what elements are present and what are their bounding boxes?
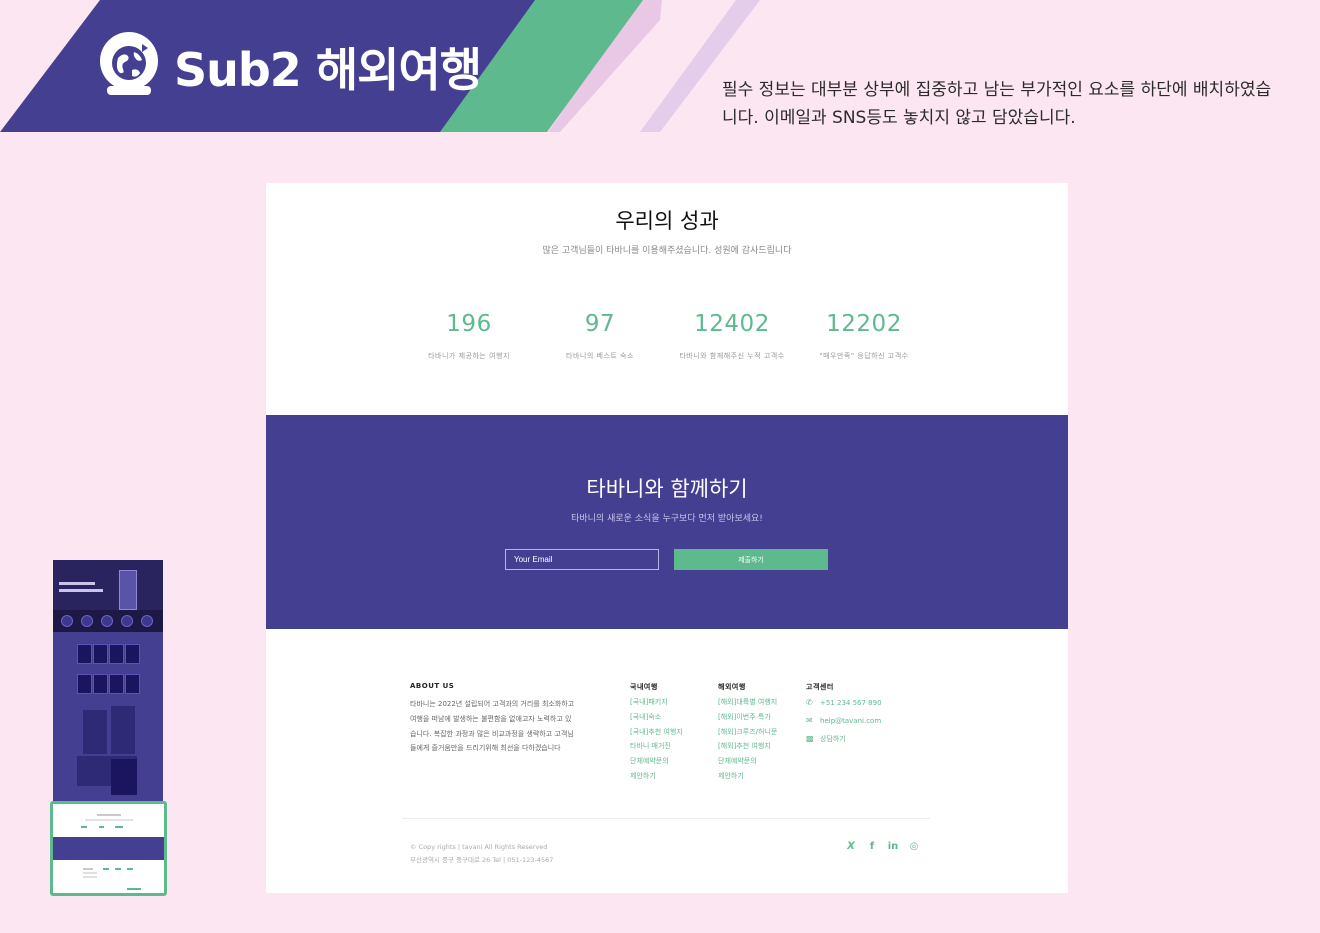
stat-value: 97: [584, 311, 616, 337]
overseas-heading: 해외여행: [718, 683, 746, 691]
footer-link[interactable]: 단체예약문의: [718, 754, 777, 769]
footer-link[interactable]: 제안하기: [718, 769, 777, 784]
mail-icon: ✉: [806, 716, 813, 725]
footer-link[interactable]: [해외]추천 여행지: [718, 739, 777, 754]
stat-label: 타바니의 베스트 숙소: [566, 352, 634, 360]
stat-destinations: 196 타바니가 제공하는 여행지: [399, 311, 539, 361]
phone-icon: ✆: [806, 698, 813, 707]
copyright: © Copy rights | tavani All Rights Reserv…: [410, 843, 548, 851]
email-address: help@tavani.com: [820, 717, 882, 725]
chat-icon: ▩: [806, 734, 814, 743]
support-heading: 고객센터: [806, 683, 834, 691]
footer-link[interactable]: [해외]이번주 특가: [718, 710, 777, 725]
footer-link[interactable]: [국내]패키지: [630, 695, 683, 710]
chat-label: 상담하기: [820, 735, 846, 743]
stat-label: 타바니가 제공하는 여행지: [428, 352, 510, 360]
linkedin-icon[interactable]: in: [886, 841, 900, 852]
stat-satisfied-customers: 12202 "매우만족" 응답하신 고객수: [794, 311, 934, 361]
footer-link[interactable]: [국내]숙소: [630, 710, 683, 725]
about-text: 타바니는 2022년 설립되어 고객과의 거리를 최소화하고 여행을 떠남에 발…: [410, 700, 575, 753]
stat-total-customers: 12402 타바니와 함께해주신 누적 고객수: [662, 311, 802, 361]
stat-value: 12402: [694, 311, 770, 337]
stat-best-hotels: 97 타바니의 베스트 숙소: [530, 311, 670, 361]
support-phone[interactable]: ✆ +51 234 567 890: [806, 698, 882, 707]
address: 부산광역시 중구 중구대로 26 Tel | 051-123-4567: [410, 856, 554, 864]
stat-label: 타바니와 함께해주신 누적 고객수: [679, 352, 785, 360]
banner-title: Sub2 해외여행: [174, 43, 482, 97]
stat-value: 12202: [826, 311, 902, 337]
footer-link[interactable]: 단체예약문의: [630, 754, 683, 769]
stat-label: "매우만족" 응답하신 고객수: [819, 352, 909, 360]
newsletter-title: 타바니와 함께하기: [586, 477, 748, 501]
domestic-heading: 국내여행: [630, 683, 658, 691]
twitter-icon[interactable]: 𝙓: [844, 841, 858, 852]
newsletter-section: 타바니와 함께하기 타바니의 새로운 소식을 누구보다 먼저 받아보세요! 제출…: [266, 415, 1068, 629]
facebook-icon[interactable]: f: [865, 841, 879, 852]
overseas-links: [해외]대륙별 여행지 [해외]이번주 특가 [해외]크루즈/허니문 [해외]추…: [718, 695, 777, 784]
footer-link[interactable]: 타바니 매거진: [630, 739, 683, 754]
submit-button[interactable]: 제출하기: [674, 549, 828, 570]
globe-logo-icon: [96, 30, 162, 96]
stat-value: 196: [446, 311, 492, 337]
newsletter-subtitle: 타바니의 새로운 소식을 누구보다 먼저 받아보세요!: [571, 514, 763, 524]
footer-divider: [402, 818, 930, 819]
content-panel: 우리의 성과 많은 고객님들이 타바니를 이용해주셨습니다. 성원에 감사드립니…: [266, 183, 1068, 893]
banner-description: 필수 정보는 대부분 상부에 집중하고 남는 부가적인 요소를 하단에 배치하였…: [722, 80, 1272, 128]
page-banner: Sub2 해외여행: [0, 0, 760, 132]
achievements-title: 우리의 성과: [615, 209, 719, 233]
support-email[interactable]: ✉ help@tavani.com: [806, 716, 881, 725]
achievements-subtitle: 많은 고객님들이 타바니를 이용해주셨습니다. 성원에 감사드립니다: [542, 246, 792, 256]
email-input[interactable]: [505, 549, 659, 570]
dribbble-icon[interactable]: ◎: [907, 841, 921, 852]
domestic-links: [국내]패키지 [국내]숙소 [국내]추천 여행지 타바니 매거진 단체예약문의…: [630, 695, 683, 784]
thumbnail-current-section[interactable]: [50, 801, 167, 896]
footer-link[interactable]: [해외]크루즈/허니문: [718, 725, 777, 740]
phone-number: +51 234 567 890: [820, 699, 882, 707]
footer-link[interactable]: [국내]추천 여행지: [630, 725, 683, 740]
footer-link[interactable]: 제안하기: [630, 769, 683, 784]
support-chat[interactable]: ▩ 상담하기: [806, 734, 846, 744]
footer-link[interactable]: [해외]대륙별 여행지: [718, 695, 777, 710]
about-heading: ABOUT US: [410, 682, 455, 690]
